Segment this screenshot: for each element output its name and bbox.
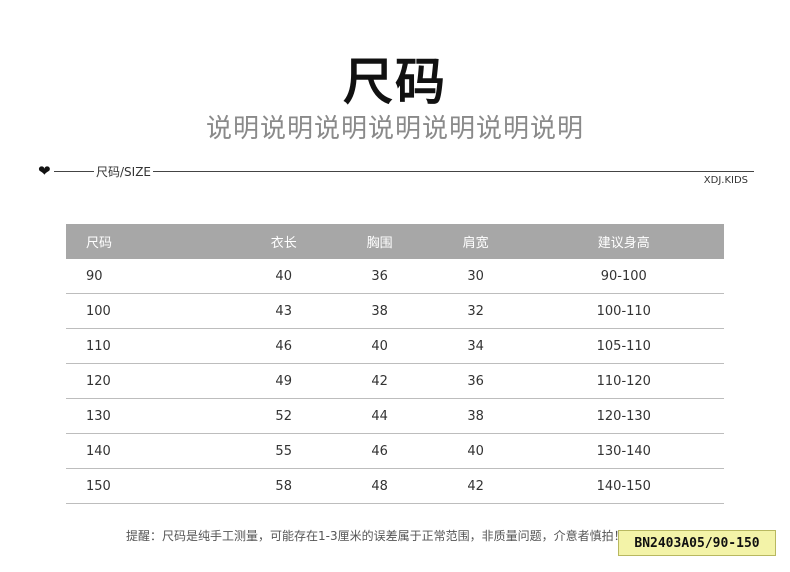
cell-size: 140 [66,433,236,469]
brand-label: XDJ.KIDS [703,175,748,186]
cell-shoulder: 30 [427,259,524,294]
page-subtitle: 说明说明说明说明说明说明说明 [205,114,584,144]
cell-shoulder: 36 [427,363,524,399]
page-title: 尺码 [343,53,447,111]
table-header-row: 尺码 衣长 胸围 肩宽 建议身高 [66,224,724,259]
table-row: 90 40 36 30 90-100 [66,259,724,294]
cell-height: 100-110 [523,293,724,329]
cell-length: 55 [235,433,332,469]
measurement-note: 提醒：尺码是纯手工测量，可能存在1-3厘米的误差属于正常范围，非质量问题，介意者… [126,529,626,543]
cell-shoulder: 32 [427,293,524,329]
cell-length: 49 [235,363,332,399]
table-row: 110 46 40 34 105-110 [66,328,724,364]
product-code-badge: BN2403A05/90-150 [618,530,776,556]
cell-size: 150 [66,468,236,504]
header-length: 衣长 [235,224,332,259]
size-divider: 尺码/SIZE [54,163,754,179]
cell-size: 130 [66,398,236,434]
cell-chest: 38 [331,293,428,329]
cell-size: 110 [66,328,236,364]
cell-chest: 48 [331,468,428,504]
cell-length: 46 [235,328,332,364]
cell-chest: 44 [331,398,428,434]
cell-size: 90 [66,259,236,294]
table-row: 150 58 48 42 140-150 [66,468,724,504]
header-shoulder: 肩宽 [427,224,524,259]
cell-size: 100 [66,293,236,329]
cell-height: 140-150 [523,468,724,504]
cell-length: 58 [235,468,332,504]
header-size: 尺码 [66,224,236,259]
cell-height: 105-110 [523,328,724,364]
cell-chest: 36 [331,259,428,294]
table-row: 140 55 46 40 130-140 [66,433,724,469]
heart-icon: ❤ [38,162,51,180]
cell-chest: 40 [331,328,428,364]
cell-chest: 42 [331,363,428,399]
cell-shoulder: 34 [427,328,524,364]
header-chest: 胸围 [331,224,428,259]
cell-height: 120-130 [523,398,724,434]
table-row: 120 49 42 36 110-120 [66,363,724,399]
header-height: 建议身高 [523,224,724,259]
size-label: 尺码/SIZE [96,164,152,179]
cell-shoulder: 40 [427,433,524,469]
cell-height: 90-100 [523,259,724,294]
cell-length: 52 [235,398,332,434]
cell-length: 43 [235,293,332,329]
cell-height: 130-140 [523,433,724,469]
cell-shoulder: 38 [427,398,524,434]
table-row: 100 43 38 32 100-110 [66,293,724,329]
size-table: 尺码 衣长 胸围 肩宽 建议身高 90 40 36 30 90-100 100 … [66,224,724,504]
cell-shoulder: 42 [427,468,524,504]
cell-chest: 46 [331,433,428,469]
cell-size: 120 [66,363,236,399]
divider-line-right [153,170,754,172]
cell-height: 110-120 [523,363,724,399]
divider-line-left [54,170,94,172]
cell-length: 40 [235,259,332,294]
table-row: 130 52 44 38 120-130 [66,398,724,434]
